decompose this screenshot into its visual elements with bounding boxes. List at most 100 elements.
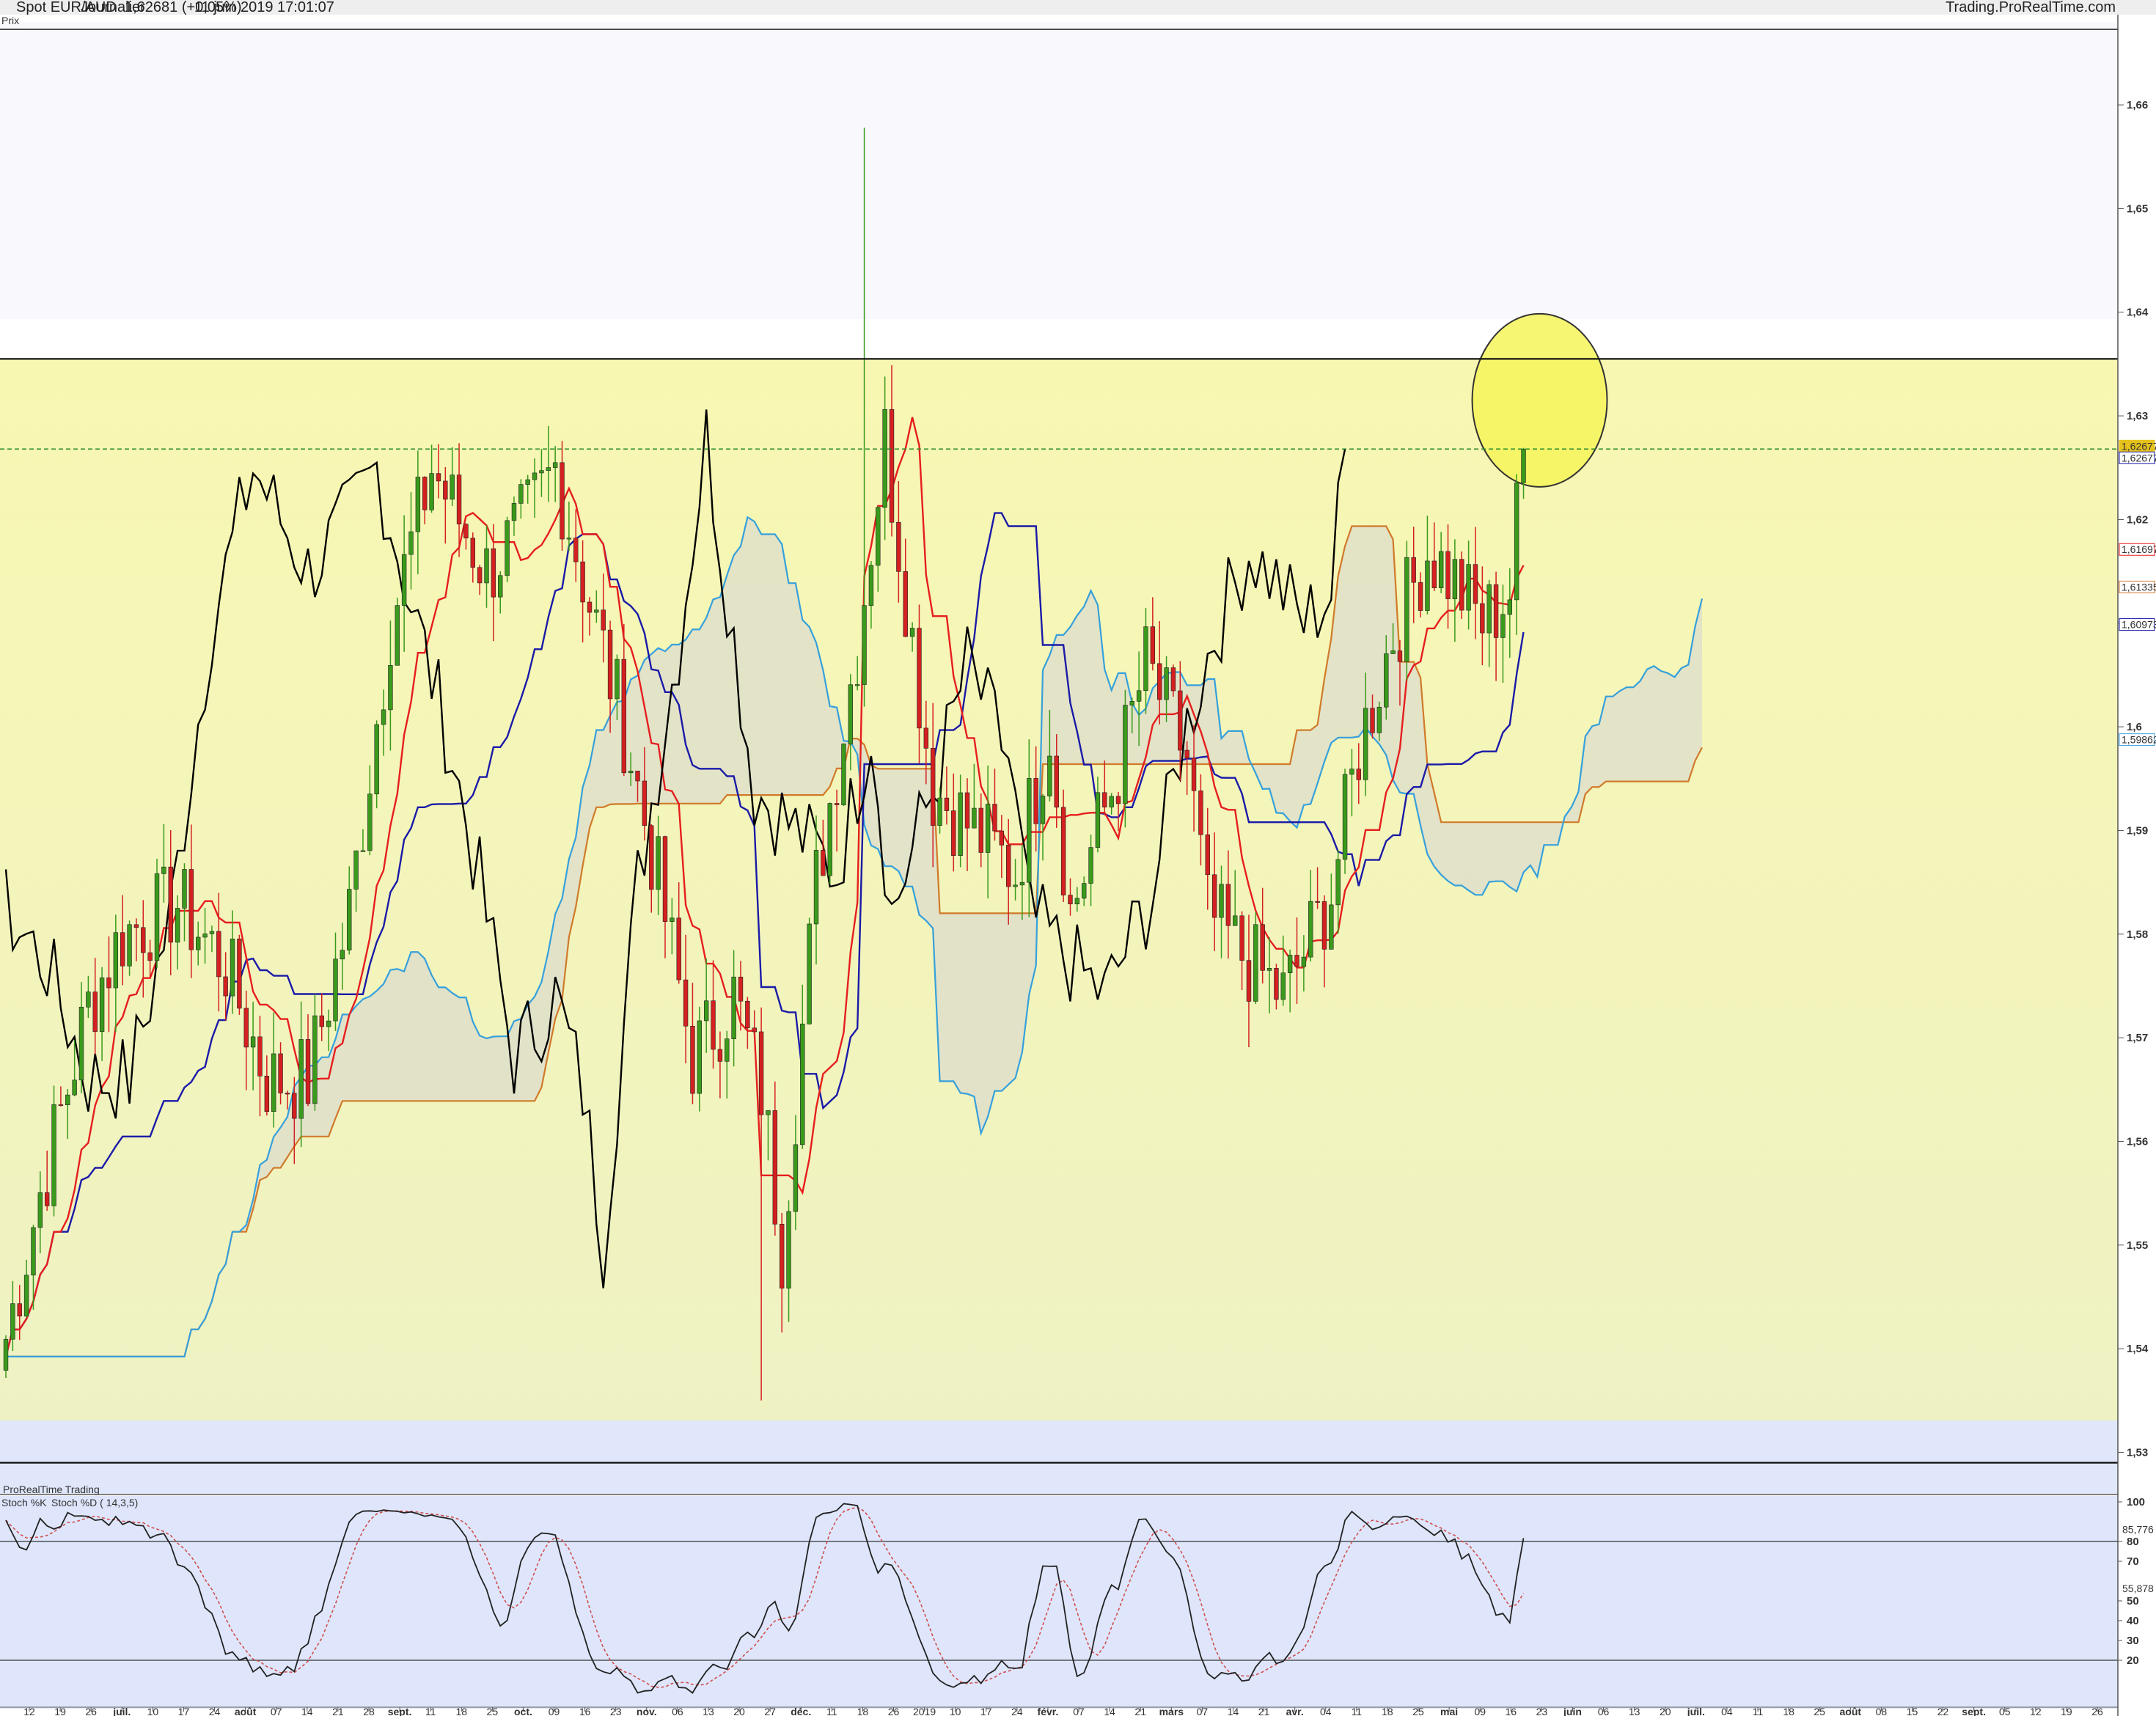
candle-body — [903, 571, 908, 637]
candle-body — [1123, 705, 1128, 804]
candle-body — [1287, 955, 1293, 973]
candle-body — [58, 1104, 64, 1107]
candle-body — [1157, 663, 1162, 700]
candle-body — [78, 1006, 84, 1081]
candle-body — [1233, 915, 1238, 926]
candle-body — [1143, 626, 1148, 692]
candle-body — [333, 958, 338, 1022]
candle-body — [505, 520, 510, 576]
price-chart[interactable]: Spot EUR/AUD Journalier 1,62681 (+0,05%)… — [0, 0, 2156, 1716]
candle-body — [930, 748, 936, 826]
candle-body — [374, 724, 379, 795]
candle-body — [697, 1020, 703, 1094]
candle-body — [917, 628, 922, 729]
stoch-tick-label: 100 — [2127, 1496, 2145, 1508]
candle-body — [841, 744, 846, 805]
candle-body — [1397, 650, 1403, 662]
candle-body — [326, 1020, 331, 1027]
candle-body — [1438, 551, 1444, 588]
candle-body — [594, 609, 599, 613]
candle-body — [717, 1049, 723, 1062]
candle-body — [999, 830, 1005, 846]
price-tick-label: 1,66 — [2127, 99, 2148, 111]
candle-body — [1274, 968, 1279, 1000]
candle-body — [972, 807, 977, 829]
candle-body — [1088, 847, 1093, 884]
candle-body — [1102, 792, 1107, 807]
candle-body — [656, 836, 661, 890]
price-tick-label: 1,58 — [2127, 928, 2148, 941]
price-tick-label: 1,63 — [2127, 410, 2148, 422]
candle-body — [1205, 834, 1210, 876]
candle-body — [1507, 599, 1513, 615]
candle-body — [161, 866, 166, 874]
candle-body — [889, 409, 895, 523]
candle-body — [1060, 807, 1066, 895]
candle-body — [1198, 791, 1203, 835]
candle-body — [1211, 874, 1217, 918]
candle-body — [758, 1031, 764, 1115]
candle-body — [1411, 557, 1416, 583]
stoch-d-value: 55,878 — [2122, 1583, 2154, 1594]
stoch-panel-background — [0, 1496, 2118, 1709]
candle-body — [319, 1015, 324, 1027]
candle-body — [1335, 859, 1341, 906]
candle-body — [37, 1192, 43, 1228]
candle-body — [807, 923, 812, 1024]
candle-body — [223, 976, 228, 997]
candle-body — [1170, 667, 1176, 692]
candle-body — [312, 1015, 318, 1104]
candle-body — [23, 1275, 29, 1317]
candle-body — [1308, 901, 1313, 958]
candle-body — [690, 1025, 695, 1094]
candle-body — [175, 908, 180, 943]
candle-body — [621, 659, 626, 774]
candle-body — [92, 991, 98, 1033]
candle-body — [429, 473, 434, 510]
candle-body — [834, 803, 840, 805]
candle-body — [854, 684, 860, 686]
candle-body — [72, 1079, 77, 1096]
candle-body — [141, 927, 146, 953]
candle-body — [1301, 956, 1307, 967]
candle-body — [978, 807, 983, 853]
candle-body — [882, 409, 887, 508]
candle-body — [1068, 895, 1073, 905]
candle-body — [601, 609, 606, 631]
price-label-text: 1,61697 — [2122, 543, 2156, 555]
candle-body — [147, 952, 153, 961]
candle-body — [17, 1303, 22, 1317]
candle-body — [1363, 708, 1368, 780]
candle-body — [1164, 667, 1169, 700]
highlight-circle — [1471, 312, 1608, 488]
candle-body — [532, 472, 538, 480]
price-tick-label: 1,64 — [2127, 307, 2149, 319]
candle-body — [298, 1039, 304, 1119]
candle-body — [876, 507, 881, 566]
candle-body — [1315, 901, 1320, 903]
candle-body — [395, 605, 400, 666]
candle-body — [1349, 769, 1354, 775]
price-label-text: 1,62677 — [2122, 440, 2156, 452]
candle-body — [353, 850, 359, 890]
stoch-k-value: 85,776 — [2122, 1523, 2154, 1535]
candle-body — [243, 1008, 249, 1048]
candle-body — [793, 1144, 799, 1212]
price-label-text: 1,60973 — [2122, 619, 2156, 631]
candle-body — [470, 538, 475, 568]
candle-body — [340, 950, 345, 960]
candle-body — [360, 850, 366, 852]
candle-body — [587, 601, 593, 613]
price-tick-label: 1,59 — [2127, 824, 2148, 837]
candle-body — [347, 889, 352, 950]
candle-body — [1521, 449, 1526, 483]
candle-body — [1191, 758, 1197, 791]
candle-body — [992, 804, 997, 832]
candle-body — [31, 1227, 36, 1276]
candle-body — [745, 1000, 750, 1029]
candle-body — [821, 850, 826, 876]
candle-body — [862, 605, 867, 685]
stoch-tick-label: 30 — [2127, 1635, 2139, 1647]
candle-body — [388, 665, 393, 711]
candle-body — [305, 1039, 311, 1104]
